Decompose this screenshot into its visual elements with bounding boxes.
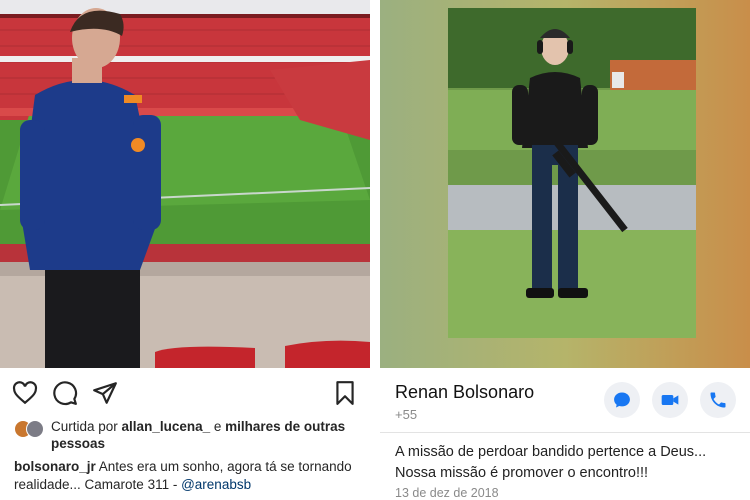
liked-by-user-link[interactable]: allan_lucena_	[122, 419, 211, 434]
bookmark-icon[interactable]	[332, 380, 358, 406]
contact-profile: Renan Bolsonaro +55 A missão de perdoar …	[380, 0, 750, 500]
liked-by-prefix: Curtida por	[51, 419, 122, 434]
phone-call-button[interactable]	[700, 382, 736, 418]
stadium-photo	[0, 0, 370, 368]
caption-mention-link[interactable]: @arenabsb	[181, 477, 251, 492]
action-bar	[0, 378, 370, 408]
profile-photo	[380, 0, 750, 368]
message-button[interactable]	[604, 382, 640, 418]
contact-name: Renan Bolsonaro	[395, 382, 535, 402]
caption-username[interactable]: bolsonaro_jr	[14, 459, 96, 474]
instagram-post: Curtida por allan_lucena_ e milhares de …	[0, 0, 370, 500]
avatar	[26, 420, 44, 438]
section-divider	[380, 432, 750, 433]
comment-icon[interactable]	[52, 380, 78, 406]
video-call-button[interactable]	[652, 382, 688, 418]
liker-avatars	[14, 420, 50, 438]
about-status-text: A missão de perdoar bandido pertence a D…	[395, 444, 707, 481]
liked-by-conjunction: e	[210, 419, 226, 434]
liked-by: Curtida por allan_lucena_ e milhares de …	[14, 418, 364, 452]
heart-icon[interactable]	[12, 380, 38, 406]
panel-divider	[370, 0, 380, 500]
post-caption: bolsonaro_jr Antes era um sonho, agora t…	[14, 458, 364, 494]
status-date: 13 de dez de 2018	[395, 486, 499, 500]
share-icon[interactable]	[92, 380, 118, 406]
contact-phone: +55	[395, 407, 418, 422]
